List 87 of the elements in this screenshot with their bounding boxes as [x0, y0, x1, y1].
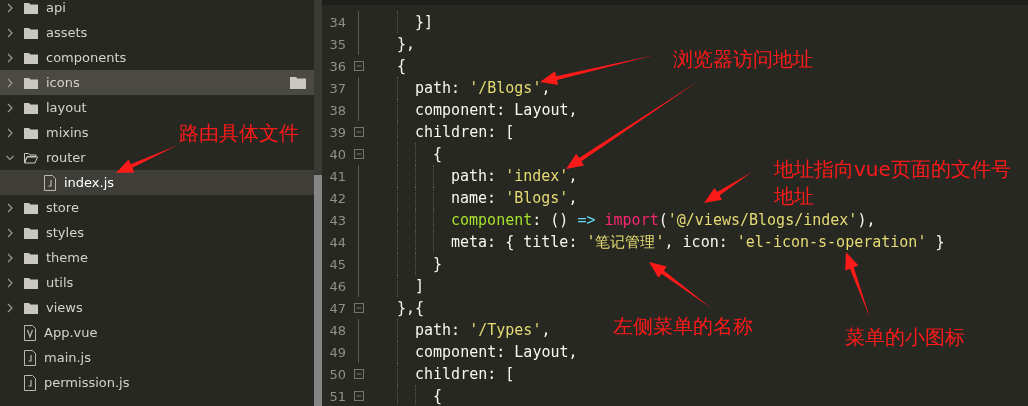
line-number: 48: [328, 322, 346, 338]
line-number: 34: [328, 14, 346, 30]
fold-icon[interactable]: [353, 61, 364, 71]
folder-icon: [24, 301, 38, 314]
line-number: 51: [328, 388, 346, 404]
file-row[interactable]: index.js: [0, 170, 314, 195]
folder-name[interactable]: layout: [46, 100, 87, 115]
code-line: name: 'Blogs',: [379, 187, 578, 209]
code-line: children: [: [379, 363, 515, 385]
folder-name[interactable]: components: [46, 50, 127, 65]
scrollbar[interactable]: [314, 0, 322, 406]
annotation-text: 地址指向vue页面的文件号地址: [774, 156, 1012, 210]
folder-icon: [24, 51, 38, 64]
folder-icon: [24, 1, 38, 14]
code-line: component: Layout,: [379, 99, 578, 121]
fold-icon[interactable]: [353, 127, 364, 137]
file-icon: [24, 324, 36, 341]
code-line: path: '/Blogs',: [379, 77, 551, 99]
open-folder-icon: [24, 151, 38, 164]
fold-icon[interactable]: [353, 149, 364, 159]
file-icon: [24, 349, 36, 366]
line-number: 45: [328, 256, 346, 272]
arrow: [845, 252, 870, 318]
file-icon: [44, 174, 56, 191]
line-number: 36: [328, 58, 346, 74]
file-name[interactable]: main.js: [44, 350, 91, 365]
folder-icon: [24, 101, 38, 114]
folder-name[interactable]: theme: [46, 250, 88, 265]
file-name: index.js: [64, 175, 115, 190]
code-line: {: [396, 56, 407, 77]
fold-icon[interactable]: [353, 391, 364, 401]
code-line: component: Layout,: [379, 341, 578, 363]
folder-icon: [24, 201, 38, 214]
line-number: 40: [328, 146, 346, 162]
code-line: ]: [379, 275, 425, 297]
line-number: 41: [328, 168, 346, 184]
folder-icon: [24, 126, 38, 139]
line-number: 35: [328, 36, 346, 52]
folder-name: icons: [46, 75, 80, 90]
annotation-text: 左侧菜单的名称: [613, 313, 753, 340]
file-name[interactable]: permission.js: [44, 375, 130, 390]
line-number: 43: [328, 212, 346, 228]
code-line: path: '/Types',: [379, 319, 551, 341]
folder-icon: [24, 76, 38, 89]
annotation-text: 菜单的小图标: [845, 324, 965, 351]
code-line: },{: [396, 298, 425, 319]
code-line: path: 'index',: [379, 165, 578, 187]
code-line: {: [379, 385, 443, 406]
line-number: 44: [328, 234, 346, 250]
arrow: [704, 172, 752, 203]
line-number: 38: [328, 102, 346, 118]
folder-name[interactable]: api: [46, 0, 66, 15]
fold-icon[interactable]: [353, 369, 364, 379]
code-line: }]: [379, 11, 434, 33]
line-number: 39: [328, 124, 346, 140]
code-line: {: [379, 143, 443, 165]
folder-name[interactable]: store: [46, 200, 79, 215]
code-line: children: [: [379, 121, 515, 143]
line-number: 42: [328, 190, 346, 206]
arrow: [649, 262, 711, 308]
folder-name[interactable]: views: [46, 300, 83, 315]
folder-icon: [24, 276, 38, 289]
fold-icon[interactable]: [353, 303, 364, 313]
folder-name[interactable]: styles: [46, 225, 84, 240]
folder-name[interactable]: router: [46, 150, 86, 165]
annotation-text: 路由具体文件: [179, 120, 299, 147]
line-number: 49: [328, 344, 346, 360]
annotation-text: 浏览器访问地址: [673, 46, 813, 73]
line-number: 47: [328, 300, 346, 316]
folder-row[interactable]: icons: [0, 70, 314, 95]
line-number: 37: [328, 80, 346, 96]
folder-icon: [24, 226, 38, 239]
file-name[interactable]: App.vue: [44, 325, 98, 340]
code-line: component: () => import('@/views/Blogs/index'),: [379, 209, 876, 231]
folder-icon[interactable]: [290, 76, 306, 89]
folder-name[interactable]: mixins: [46, 125, 89, 140]
code-line: }: [379, 253, 443, 275]
folder-icon: [24, 251, 38, 264]
folder-icon: [24, 26, 38, 39]
folder-name[interactable]: assets: [46, 25, 88, 40]
file-icon: [24, 374, 36, 391]
code-line: meta: { title: '笔记管理', icon: 'el-icon-s-operation' }: [379, 231, 945, 253]
line-number: 50: [328, 366, 346, 382]
arrow: [116, 145, 178, 173]
line-number: 46: [328, 278, 346, 294]
code-line: },: [396, 34, 416, 55]
folder-name[interactable]: utils: [46, 275, 74, 290]
